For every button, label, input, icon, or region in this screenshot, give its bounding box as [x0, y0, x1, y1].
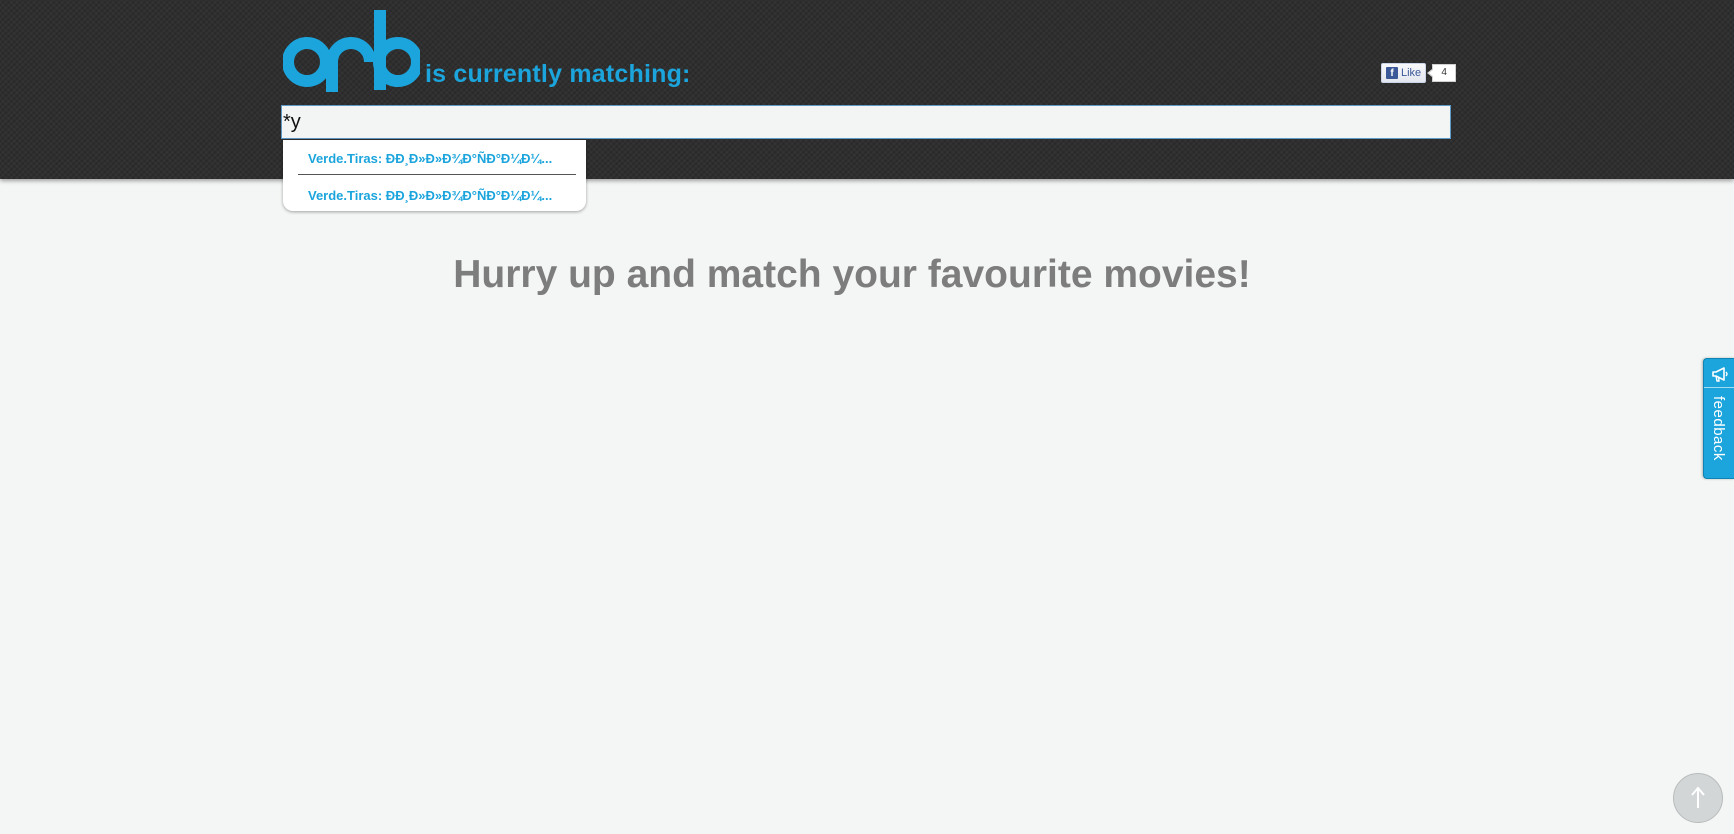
feedback-label: feedback — [1710, 396, 1727, 461]
suggestion-item[interactable]: Verde.Tiras: ÐÐ¸Ð»Ð»Ð¾Ð°ÑÐ°Ð¼Ð¼... — [308, 188, 578, 203]
page-headline: Hurry up and match your favourite movies… — [453, 253, 1251, 296]
facebook-like-button[interactable]: f Like — [1381, 63, 1427, 83]
suggestion-divider — [298, 174, 576, 175]
orb-logo[interactable]: orb — [283, 8, 420, 92]
megaphone-icon — [1712, 367, 1728, 382]
scroll-to-top-button[interactable] — [1673, 773, 1723, 823]
facebook-like-label: Like — [1401, 67, 1422, 79]
arrow-up-icon — [1691, 786, 1705, 808]
suggestion-item[interactable]: Verde.Tiras: ÐÐ¸Ð»Ð»Ð¾Ð°ÑÐ°Ð¼Ð¼... — [308, 151, 578, 166]
autocomplete-dropdown: Verde.Tiras: ÐÐ¸Ð»Ð»Ð¾Ð°ÑÐ°Ð¼Ð¼... Verde… — [283, 140, 586, 211]
movie-search-input[interactable] — [281, 105, 1451, 139]
facebook-like-count: 4 — [1427, 64, 1457, 82]
feedback-divider — [1704, 387, 1734, 388]
facebook-icon: f — [1386, 67, 1398, 79]
top-header: orb is currently matching: f Like 4 — [0, 0, 1734, 179]
facebook-like-widget: f Like 4 — [1381, 63, 1457, 83]
feedback-tab[interactable]: feedback — [1703, 358, 1734, 479]
matching-heading: is currently matching: — [425, 60, 691, 88]
